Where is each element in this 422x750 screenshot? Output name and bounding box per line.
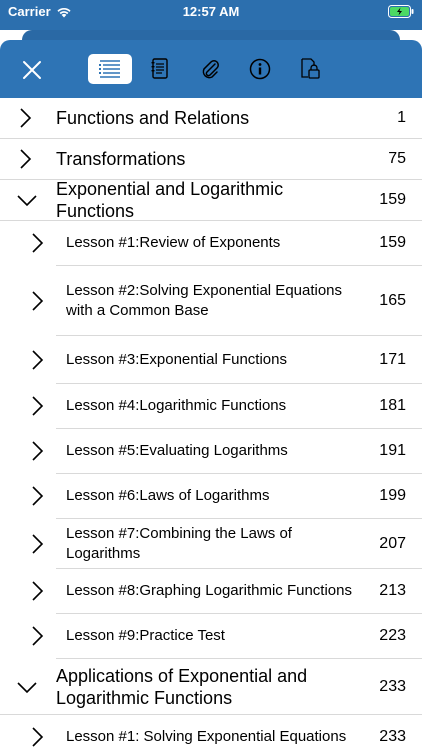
toc-subitem-page: 191 [379, 442, 406, 459]
info-icon [249, 58, 271, 80]
toc-subitem-title: Lesson #4:Logarithmic Functions [66, 397, 287, 414]
toc-subitem-title: Lesson #8:Graphing Logarithmic Functions [66, 582, 352, 599]
toc-subitem[interactable]: Lesson #5:Evaluating Logarithms 191 [32, 429, 422, 474]
status-indicators [388, 5, 414, 18]
toc-item-page: 233 [379, 677, 406, 695]
toc-subitem[interactable]: Lesson #1: Solving Exponential Equations… [32, 715, 422, 750]
chevron-right-icon [32, 396, 44, 416]
toc-subitem-page: 199 [379, 487, 406, 504]
tab-attachments[interactable] [188, 54, 232, 84]
tab-notes[interactable] [138, 54, 182, 84]
toc-subitem-page: 207 [379, 534, 406, 552]
toc-item[interactable]: Transformations 75 [0, 139, 422, 180]
tab-table-of-contents[interactable] [88, 54, 132, 84]
toc-subitem-title: Lesson #6:Laws of Logarithms [66, 487, 270, 504]
toc-subitem-title: Lesson #1: Solving Exponential Equations [66, 728, 347, 745]
toc-subitem-page: 233 [379, 728, 406, 745]
toc-subitem-page: 213 [379, 582, 406, 599]
toc-subitem-title: Lesson #7:Combining the Laws of Logarith… [66, 524, 292, 562]
toc-subitem-title: Lesson #5:Evaluating Logarithms [66, 442, 288, 459]
toc-subitem-page: 159 [379, 234, 406, 251]
toc-subitem[interactable]: Lesson #4:Logarithmic Functions 181 [32, 384, 422, 429]
attachment-icon [202, 60, 219, 79]
toolbar [0, 40, 422, 98]
toc-subitem[interactable]: Lesson #9:Practice Test 223 [32, 614, 422, 659]
chevron-right-icon [32, 486, 44, 506]
chevron-right-icon [32, 626, 44, 646]
close-button[interactable] [18, 56, 46, 84]
toc-subitem[interactable]: Lesson #3:Exponential Functions 171 [32, 336, 422, 384]
lock-document-icon [301, 58, 320, 79]
toc-subitem-page: 181 [379, 397, 406, 414]
toc-subitem-title: Lesson #3:Exponential Functions [66, 350, 287, 368]
toc-subitem-page: 165 [379, 291, 406, 309]
toc-subitem[interactable]: Lesson #7:Combining the Laws of Logarith… [32, 519, 422, 569]
chevron-right-icon [32, 441, 44, 461]
toc-list-icon [99, 60, 120, 78]
chevron-down-icon [17, 195, 37, 207]
toc-item-expanded[interactable]: Applications of Exponential and Logarith… [0, 659, 422, 715]
toc-item-page: 1 [397, 109, 406, 126]
toc-item-page: 159 [379, 191, 406, 208]
tab-info[interactable] [238, 54, 282, 84]
status-bar: Carrier 12:57 AM [0, 0, 422, 30]
chevron-right-icon [32, 290, 44, 311]
battery-icon [388, 5, 414, 18]
close-icon [23, 61, 41, 79]
toc-subitem-title: Lesson #2:Solving Exponential Equations … [66, 281, 343, 319]
toc-item-page: 75 [388, 150, 406, 167]
tab-security[interactable] [288, 54, 332, 84]
toc-subitem[interactable]: Lesson #6:Laws of Logarithms 199 [32, 474, 422, 519]
chevron-right-icon [32, 233, 44, 253]
toc-subitem[interactable]: Lesson #2:Solving Exponential Equations … [32, 266, 422, 336]
chevron-right-icon [32, 533, 44, 554]
chevron-right-icon [32, 581, 44, 601]
toc-item[interactable]: Functions and Relations 1 [0, 98, 422, 139]
toc-item-title: Exponential and Logarithmic Functions [56, 179, 284, 221]
toc-item-title: Transformations [56, 149, 186, 169]
toc-subitem-title: Lesson #1:Review of Exponents [66, 234, 281, 251]
status-time: 12:57 AM [182, 4, 240, 19]
notes-icon [151, 58, 168, 79]
toc-item-expanded[interactable]: Exponential and Logarithmic Functions 15… [0, 179, 422, 221]
toc-subitem-title: Lesson #9:Practice Test [66, 627, 225, 644]
toc-subitem[interactable]: Lesson #8:Graphing Logarithmic Functions… [32, 569, 422, 614]
toc-item-title: Applications of Exponential and Logarith… [56, 665, 308, 708]
table-of-contents: Functions and Relations 1 Transformation… [0, 98, 422, 750]
toc-subitem-page: 171 [379, 350, 406, 368]
toc-subitem-page: 223 [379, 627, 406, 644]
chevron-right-icon [20, 108, 32, 128]
chevron-down-icon [17, 681, 37, 693]
toc-subitem[interactable]: Lesson #1:Review of Exponents 159 [32, 221, 422, 266]
chevron-right-icon [20, 149, 32, 169]
toc-item-title: Functions and Relations [56, 108, 250, 128]
chevron-right-icon [32, 727, 44, 747]
chevron-right-icon [32, 349, 44, 370]
